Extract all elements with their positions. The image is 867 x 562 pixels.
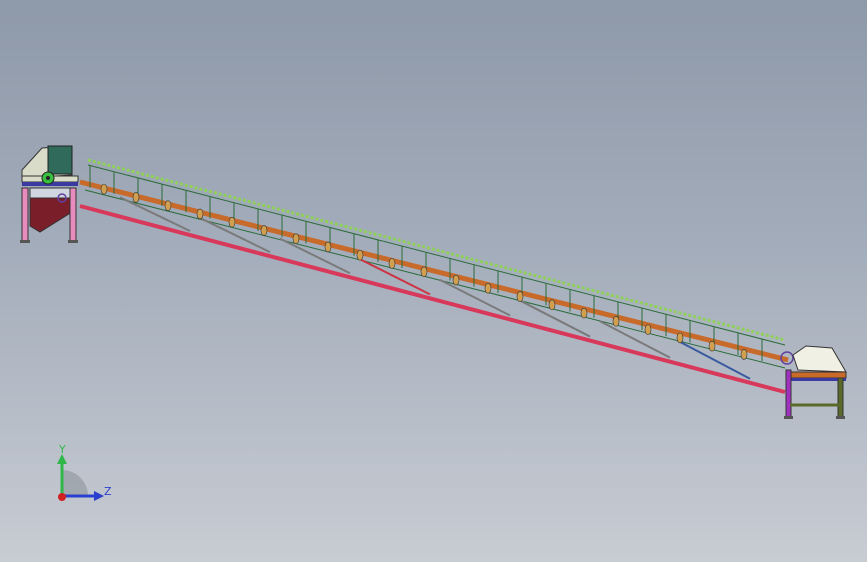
head-leg-left (21, 187, 29, 243)
head-hopper[interactable] (20, 145, 79, 243)
head-leg-right (69, 187, 77, 243)
tail-section[interactable] (780, 345, 847, 419)
tail-foot-right (836, 416, 845, 419)
cad-viewport[interactable]: Y Z (0, 0, 867, 562)
z-axis-label: Z (104, 485, 112, 498)
head-leg-foot-left (20, 240, 30, 243)
tail-leg-left (785, 369, 792, 419)
lower-rail (79, 204, 786, 394)
idler-roller (580, 307, 588, 319)
idler-roller (164, 200, 172, 211)
idler-roller (356, 249, 364, 261)
idler-roller (516, 291, 524, 302)
idler-roller (452, 274, 460, 286)
tail-cover (792, 345, 847, 373)
frame-posts (89, 165, 763, 362)
idler-roller (548, 299, 556, 311)
triad-quadrant (62, 470, 88, 496)
conveyor-model[interactable] (0, 0, 867, 562)
idler-roller (324, 241, 332, 253)
idler-roller (388, 258, 396, 269)
y-axis-label: Y (58, 443, 66, 456)
z-arrow-head (94, 491, 104, 501)
idler-roller (740, 349, 748, 360)
frame-braces (119, 196, 751, 380)
idler-roller (132, 192, 140, 203)
coordinate-triad: Y Z (57, 443, 112, 501)
hopper-panel (47, 145, 73, 175)
tail-leg-right (837, 377, 844, 419)
idler-roller (708, 340, 716, 352)
drive-pulley-hub (46, 176, 50, 180)
idler-roller (420, 266, 428, 278)
frame-top-line (87, 164, 786, 346)
idler-roller (644, 324, 652, 335)
head-leg-foot-right (68, 240, 78, 243)
idler-roller (292, 233, 300, 245)
x-axis-origin (58, 493, 66, 501)
idler-rollers (100, 183, 748, 360)
idler-roller (676, 332, 684, 344)
idler-roller (484, 282, 492, 294)
idler-roller (260, 225, 268, 236)
idler-roller (612, 316, 620, 327)
belt-top (87, 158, 786, 342)
tail-beam (789, 371, 847, 379)
idler-roller (196, 208, 204, 220)
tail-foot-left (784, 416, 793, 419)
idler-roller (100, 183, 108, 195)
idler-roller (228, 216, 236, 228)
